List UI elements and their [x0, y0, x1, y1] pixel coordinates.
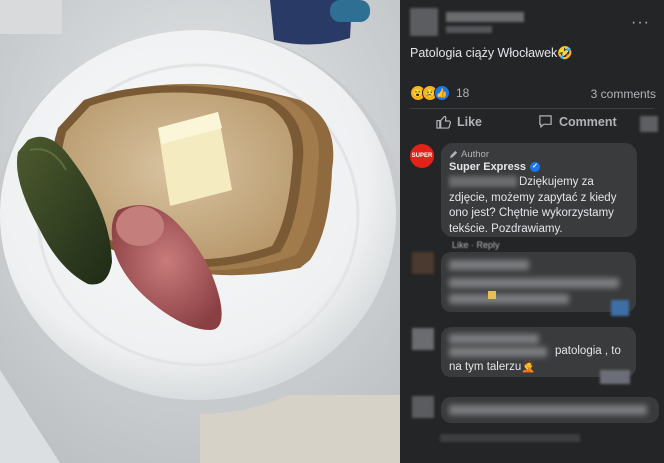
comment-label: Comment [559, 114, 617, 129]
comment-1-emoji [488, 291, 496, 299]
comment-3-bubble [441, 397, 659, 423]
profile-avatar[interactable] [410, 8, 438, 36]
comment-1-avatar-redacted[interactable] [412, 252, 434, 274]
reaction-like-icon: 👍 [434, 85, 450, 101]
comment-2-reaction-redacted [600, 370, 630, 384]
post-actions: Like Comment [400, 114, 664, 136]
author-tag-label: Author [461, 149, 489, 160]
comment-button[interactable]: Comment [538, 114, 617, 129]
author-badge: Author [449, 149, 489, 160]
comment-1-text-redacted-2 [449, 294, 569, 304]
comment-author-name-text: Super Express [449, 161, 527, 173]
author-comment-bubble: Author Super Express ✓ Dziękujemy za zdj… [441, 143, 637, 237]
divider [410, 108, 654, 109]
meal-photo-illustration [0, 0, 400, 463]
author-comment-text: Dziękujemy za zdjęcie, możemy zapytać z … [449, 175, 629, 237]
comment-1-name-redacted [449, 260, 529, 270]
profile-name-redacted[interactable] [446, 12, 524, 22]
comment-1-bubble [441, 252, 636, 312]
verified-badge-icon: ✓ [530, 162, 541, 172]
mentioned-name-redacted [449, 176, 517, 188]
more-options-button[interactable]: ··· [631, 14, 650, 32]
comments-count-link[interactable]: 3 comments [591, 87, 656, 101]
super-express-avatar[interactable]: SUPER [410, 144, 434, 168]
comment-1-text-redacted [449, 278, 619, 288]
comment-2-prefix-redacted [449, 347, 547, 357]
comment-3-text-redacted [449, 405, 647, 415]
like-button[interactable]: Like [436, 114, 482, 129]
comment-3-meta-redacted [440, 434, 580, 442]
pencil-icon [449, 150, 458, 159]
comment-1-reaction-redacted [611, 300, 629, 316]
comment-meta[interactable]: Like · Reply [452, 240, 500, 250]
comment-2-avatar-redacted[interactable] [412, 328, 434, 350]
comment-3-avatar-redacted[interactable] [412, 396, 434, 418]
comment-author-name[interactable]: Super Express ✓ [449, 161, 541, 173]
post-caption: Patologia ciąży Włocławek🤣 [410, 46, 573, 60]
post-time-redacted [446, 26, 492, 33]
post-panel: ··· Patologia ciąży Włocławek🤣 😮 😢 👍 18 … [400, 0, 664, 463]
post-photo[interactable] [0, 0, 400, 463]
reaction-count: 18 [456, 86, 470, 100]
thumbs-up-icon [436, 115, 451, 129]
screenshot-root: ··· Patologia ciąży Włocławek🤣 😮 😢 👍 18 … [0, 0, 664, 463]
like-label: Like [457, 114, 483, 129]
comment-icon [539, 115, 552, 128]
post-header: ··· [400, 0, 664, 48]
share-button-redacted[interactable] [640, 116, 658, 132]
reaction-summary[interactable]: 😮 😢 👍 18 [410, 85, 469, 101]
